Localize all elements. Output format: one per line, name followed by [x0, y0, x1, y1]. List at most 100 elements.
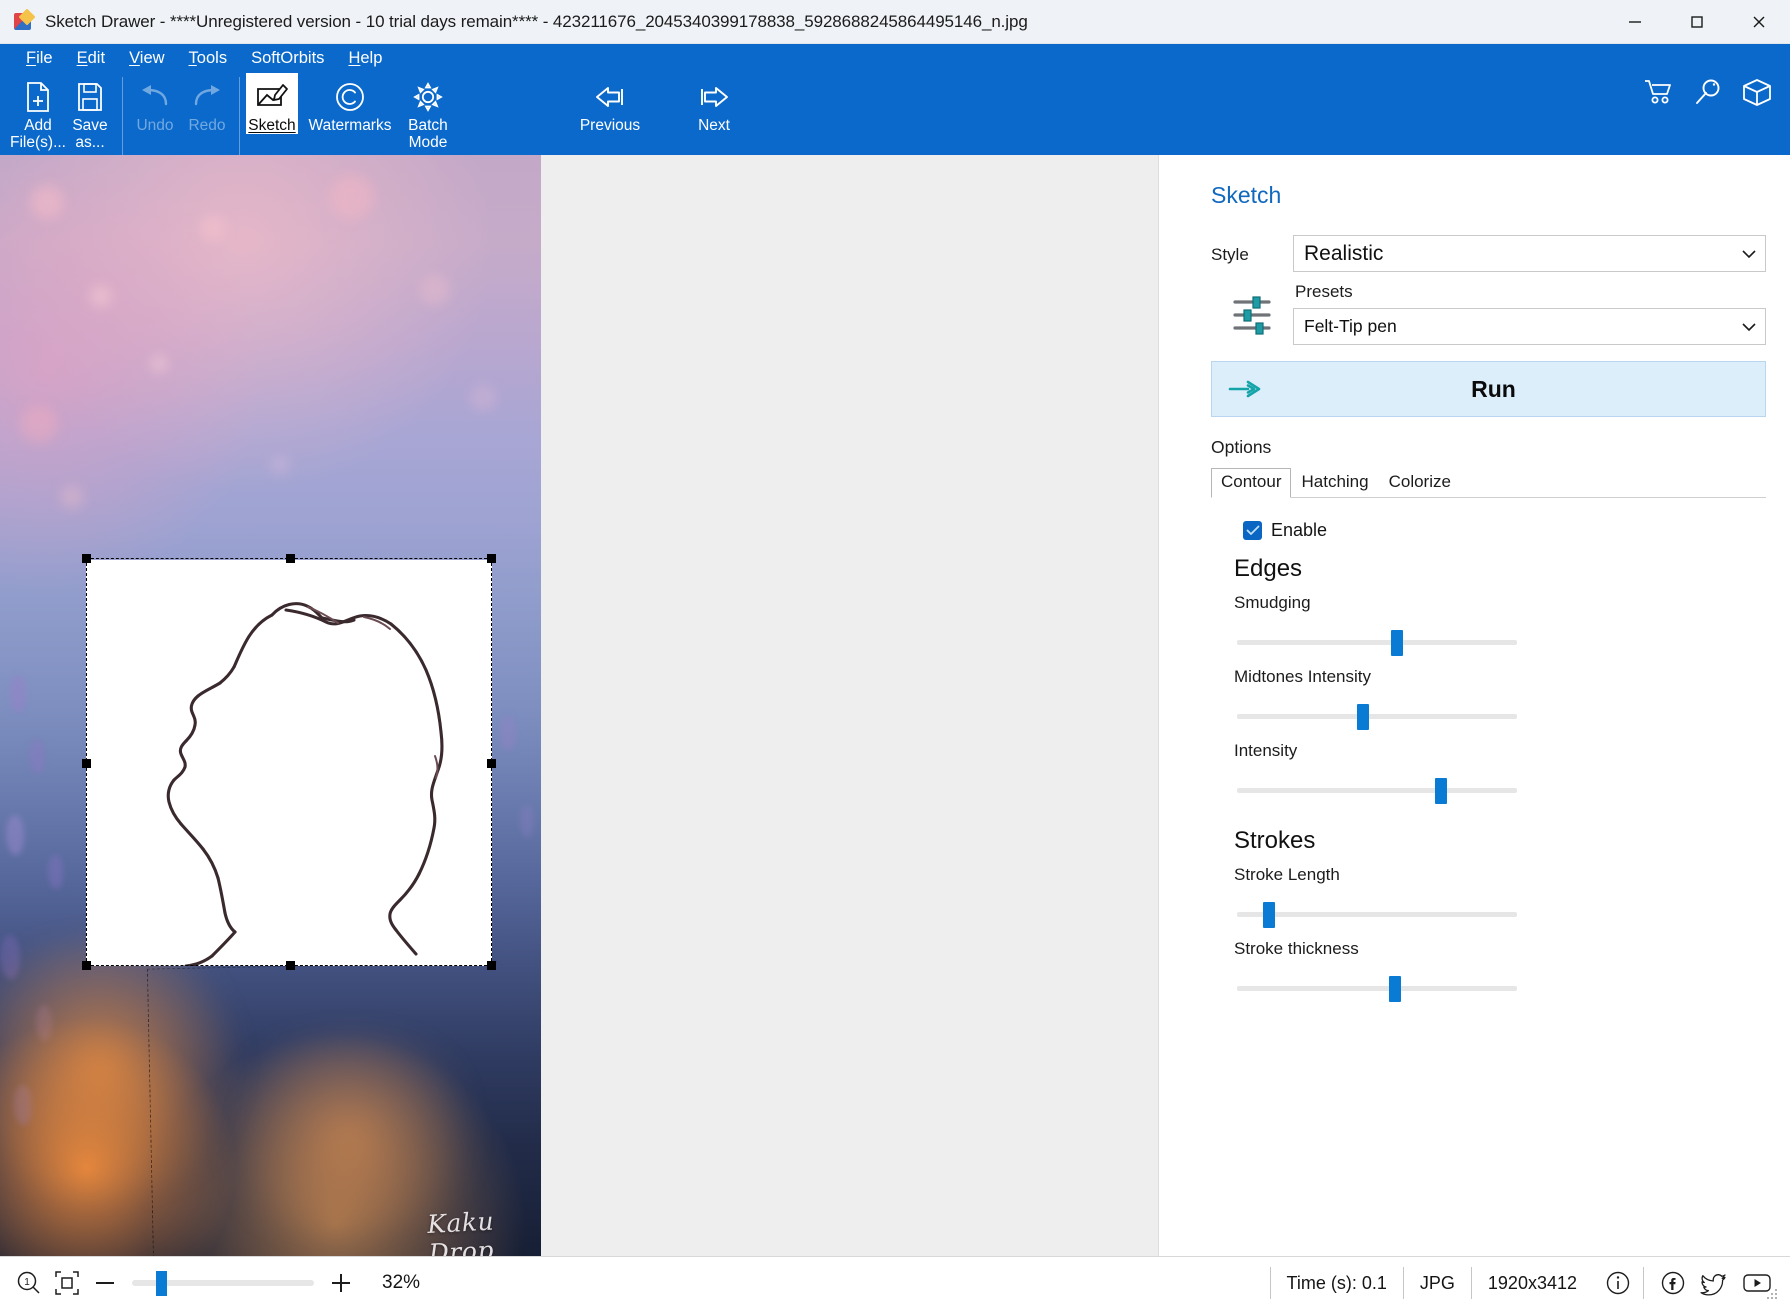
toolbar-previous-label: Previous — [579, 117, 641, 134]
resize-grip[interactable] — [1765, 1287, 1779, 1306]
sketch-settings-panel: Sketch Style Realistic Presets Felt-Tip … — [1158, 155, 1790, 1256]
menu-file[interactable]: File — [14, 48, 65, 69]
run-button-label: Run — [1471, 375, 1516, 402]
add-file-icon — [23, 79, 53, 115]
key-icon[interactable] — [1694, 78, 1722, 111]
menu-softorbits[interactable]: SoftOrbits — [239, 48, 336, 69]
enable-checkbox[interactable] — [1243, 521, 1262, 540]
presets-dropdown-value: Felt-Tip pen — [1304, 316, 1397, 336]
tab-hatching[interactable]: Hatching — [1291, 468, 1378, 498]
toolbar-batch-mode-label: Batch Mode — [408, 117, 448, 151]
enable-label: Enable — [1271, 520, 1328, 540]
status-bar-left: 1 32% — [0, 1264, 420, 1302]
menu-view-rest: iew — [139, 49, 165, 67]
toolbar-previous[interactable]: Previous — [558, 73, 662, 134]
toolbar-sketch-label: Sketch — [248, 117, 296, 134]
run-arrow-icon — [1228, 378, 1262, 400]
style-dropdown-value: Realistic — [1304, 241, 1384, 265]
toolbar-buttons: Add File(s)... Save as... Undo Redo Sket… — [0, 73, 1790, 155]
copyright-icon — [334, 79, 366, 115]
status-time: Time (s): 0.1 — [1269, 1267, 1403, 1299]
stroke-length-slider-track — [1237, 912, 1517, 917]
application-window: Sketch Drawer - ****Unregistered version… — [0, 0, 1790, 1308]
smudging-label: Smudging — [1234, 593, 1311, 612]
check-icon — [1246, 525, 1259, 535]
facebook-icon[interactable] — [1660, 1270, 1686, 1296]
twitter-icon[interactable] — [1700, 1270, 1728, 1296]
zoom-in-button[interactable] — [322, 1264, 360, 1302]
enable-row: Enable — [1243, 520, 1766, 541]
menu-edit[interactable]: Edit — [65, 48, 117, 69]
style-row: Style Realistic — [1211, 235, 1766, 272]
menu-softorbits-label: SoftOrbits — [251, 49, 325, 67]
intensity-slider-thumb[interactable] — [1435, 778, 1447, 804]
zoom-out-button[interactable] — [86, 1264, 124, 1302]
image-canvas[interactable]: Kaku Drop — [0, 155, 1158, 1256]
options-label: Options — [1211, 437, 1272, 457]
menu-help[interactable]: Help — [336, 48, 394, 69]
toolbar-next-label: Next — [698, 117, 730, 134]
toolbar-add-files[interactable]: Add File(s)... — [10, 73, 66, 151]
toolbar-watermarks[interactable]: Watermarks — [298, 73, 402, 134]
toolbar-next[interactable]: Next — [662, 73, 766, 134]
window-controls — [1604, 0, 1790, 44]
menu-tools[interactable]: Tools — [177, 48, 240, 69]
toolbar-sketch[interactable]: Sketch — [246, 73, 298, 134]
intensity-slider[interactable] — [1237, 777, 1766, 805]
fit-to-window-icon[interactable] — [48, 1264, 86, 1302]
smudging-slider[interactable] — [1237, 629, 1766, 657]
presets-row: Presets Felt-Tip pen — [1211, 272, 1766, 345]
menu-help-rest: elp — [360, 49, 383, 67]
midtones-intensity-slider-track — [1237, 714, 1517, 719]
menu-edit-rest: dit — [87, 49, 106, 67]
style-dropdown[interactable]: Realistic — [1293, 235, 1766, 272]
stroke-thickness-label: Stroke thickness — [1234, 939, 1359, 958]
maximize-button[interactable] — [1666, 0, 1728, 44]
menu-file-rest: ile — [36, 49, 53, 67]
cart-icon[interactable] — [1644, 78, 1674, 111]
app-logo-icon — [13, 8, 36, 33]
sliders-icon — [1211, 272, 1293, 336]
main-body: Kaku Drop Sketch Style Realistic Presets… — [0, 155, 1790, 1256]
gear-icon — [412, 79, 444, 115]
stroke-thickness-slider[interactable] — [1237, 975, 1766, 1003]
undo-icon — [138, 79, 172, 115]
zoom-actual-size-icon[interactable]: 1 — [10, 1264, 48, 1302]
tab-contour[interactable]: Contour — [1211, 468, 1292, 498]
toolbar-save-as-label: Save as... — [72, 117, 108, 151]
midtones-intensity-slider-thumb[interactable] — [1357, 704, 1369, 730]
intensity-slider-track — [1237, 788, 1517, 793]
menu-bar: File Edit View Tools SoftOrbits Help — [0, 44, 1790, 73]
tab-contour-label: Contour — [1221, 472, 1282, 491]
midtones-intensity-slider[interactable] — [1237, 703, 1766, 731]
zoom-slider[interactable] — [132, 1268, 314, 1298]
box-icon[interactable] — [1742, 78, 1772, 111]
status-bar: 1 32% Time (s): 0.1 JPG 1920x3412 — [0, 1256, 1790, 1308]
run-button[interactable]: Run — [1211, 361, 1766, 417]
toolbar-batch-mode[interactable]: Batch Mode — [402, 73, 454, 151]
minimize-button[interactable] — [1604, 0, 1666, 44]
info-icon[interactable] — [1593, 1270, 1643, 1296]
close-button[interactable] — [1728, 0, 1790, 44]
stroke-length-slider[interactable] — [1237, 901, 1766, 929]
stroke-thickness-slider-thumb[interactable] — [1389, 976, 1401, 1002]
arrow-left-icon — [592, 79, 628, 115]
window-title: Sketch Drawer - ****Unregistered version… — [45, 11, 1028, 31]
zoom-slider-thumb[interactable] — [156, 1270, 167, 1296]
tab-colorize[interactable]: Colorize — [1379, 468, 1461, 498]
svg-text:1: 1 — [24, 1277, 30, 1288]
menu-view[interactable]: View — [117, 48, 176, 69]
toolbar-redo[interactable]: Redo — [181, 73, 233, 134]
toolbar-save-as[interactable]: Save as... — [64, 73, 116, 151]
stroke-length-slider-thumb[interactable] — [1263, 902, 1275, 928]
presets-dropdown[interactable]: Felt-Tip pen — [1293, 308, 1766, 345]
smudging-slider-thumb[interactable] — [1391, 630, 1403, 656]
toolbar-undo[interactable]: Undo — [129, 73, 181, 134]
ribbon-toolbar: File Edit View Tools SoftOrbits Help Add… — [0, 44, 1790, 155]
toolbar-undo-label: Undo — [136, 117, 174, 134]
contour-tab-content: Enable Edges Smudging Midtones Intensity… — [1211, 520, 1766, 1003]
midtones-intensity-label: Midtones Intensity — [1234, 667, 1372, 686]
edges-group-title: Edges — [1234, 555, 1303, 582]
smudging-slider-track — [1237, 640, 1517, 645]
stroke-thickness-slider-track — [1237, 986, 1517, 991]
